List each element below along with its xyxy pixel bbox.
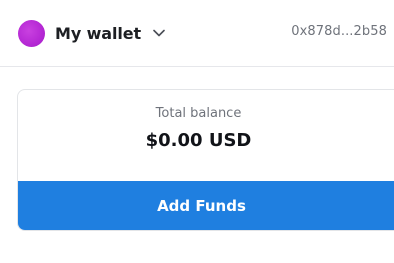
balance-label: Total balance (155, 106, 242, 121)
add-funds-button[interactable]: Add Funds (18, 181, 394, 230)
chevron-down-icon (153, 27, 165, 39)
wallet-selector[interactable]: My wallet (18, 19, 165, 47)
wallet-address[interactable]: 0x878d...2b58 (291, 24, 387, 39)
balance-card: Total balance $0.00 USD Add Funds (17, 89, 394, 231)
balance-amount: $0.00 USD (145, 130, 252, 151)
wallet-header: My wallet 0x878d...2b58 (0, 0, 394, 67)
wallet-avatar (18, 19, 45, 47)
wallet-name: My wallet (55, 23, 142, 43)
